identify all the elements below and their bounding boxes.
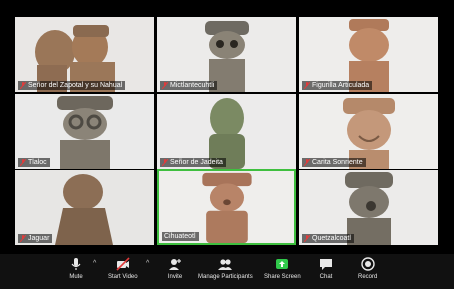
share-screen-label: Share Screen [264, 274, 301, 280]
participant-tile[interactable]: Quetzalcoatl [299, 170, 438, 245]
muted-mic-icon [304, 159, 310, 166]
participant-tile[interactable]: Tlaloc [15, 94, 154, 169]
muted-mic-icon [162, 82, 168, 89]
participant-name: Carita Sonriente [312, 159, 363, 166]
participant-name-label: Señor de Jadeita [160, 158, 226, 167]
share-screen-button[interactable]: Share Screen [264, 256, 301, 280]
participant-name-label: Cihuateotl [162, 232, 199, 241]
mute-label: Mute [69, 274, 83, 280]
muted-mic-icon [162, 159, 168, 166]
muted-mic-icon [304, 235, 310, 242]
participant-name-label: Tlaloc [18, 158, 50, 167]
record-label: Record [358, 274, 378, 280]
participant-name: Señor del Zapotal y su Nahual [28, 82, 123, 89]
start-video-button[interactable]: Start Video [108, 256, 138, 280]
chat-label: Chat [319, 274, 333, 280]
record-button[interactable]: Record [358, 256, 377, 280]
muted-mic-icon [20, 235, 26, 242]
add-user-icon [169, 259, 181, 270]
participant-name: Jaguar [28, 235, 50, 242]
share-screen-icon [276, 259, 289, 269]
participant-name: Tlaloc [28, 159, 47, 166]
participant-name-label: Quetzalcoatl [302, 234, 354, 243]
video-camera-off-icon [116, 257, 130, 271]
participant-name: Mictlantecuhtli [170, 82, 215, 89]
invite-label: Invite [167, 274, 183, 280]
muted-mic-icon [20, 82, 26, 89]
microphone-icon [71, 258, 81, 270]
participant-tile[interactable]: Mictlantecuhtli [157, 17, 296, 92]
participant-name: Señor de Jadeita [170, 159, 223, 166]
participant-tile-active-speaker[interactable]: Cihuateotl [157, 169, 296, 245]
muted-mic-icon [20, 159, 26, 166]
manage-participants-button[interactable]: Manage Participants [198, 256, 253, 280]
start-video-label: Start Video [108, 274, 138, 280]
video-grid: Señor del Zapotal y su Nahual Mictlantec… [0, 0, 454, 254]
participant-name-label: Jaguar [18, 234, 53, 243]
mute-button[interactable]: Mute [68, 256, 84, 280]
invite-button[interactable]: Invite [167, 256, 183, 280]
participant-tile[interactable]: Jaguar [15, 170, 154, 245]
participant-tile[interactable]: Carita Sonriente [299, 94, 438, 169]
chat-bubble-icon [320, 259, 332, 270]
meeting-toolbar: Mute ^ Start Video ^ Invite Manage Parti… [0, 254, 454, 289]
participant-tile[interactable]: Figurilla Articulada [299, 17, 438, 92]
muted-mic-icon [304, 82, 310, 89]
audio-options-chevron-icon[interactable]: ^ [93, 260, 96, 267]
record-icon [360, 257, 375, 271]
chat-button[interactable]: Chat [318, 256, 334, 280]
video-options-chevron-icon[interactable]: ^ [146, 260, 149, 267]
participant-name-label: Mictlantecuhtli [160, 81, 218, 90]
participant-tile[interactable]: Señor de Jadeita [157, 94, 296, 169]
participant-name: Quetzalcoatl [312, 235, 351, 242]
participant-tile[interactable]: Señor del Zapotal y su Nahual [15, 17, 154, 92]
manage-participants-label: Manage Participants [198, 274, 253, 280]
participant-name: Cihuateotl [164, 233, 196, 240]
participant-name-label: Figurilla Articulada [302, 81, 373, 90]
participant-name-label: Carita Sonriente [302, 158, 366, 167]
participant-name: Figurilla Articulada [312, 82, 370, 89]
participant-name-label: Señor del Zapotal y su Nahual [18, 81, 126, 90]
participants-icon [218, 259, 233, 270]
